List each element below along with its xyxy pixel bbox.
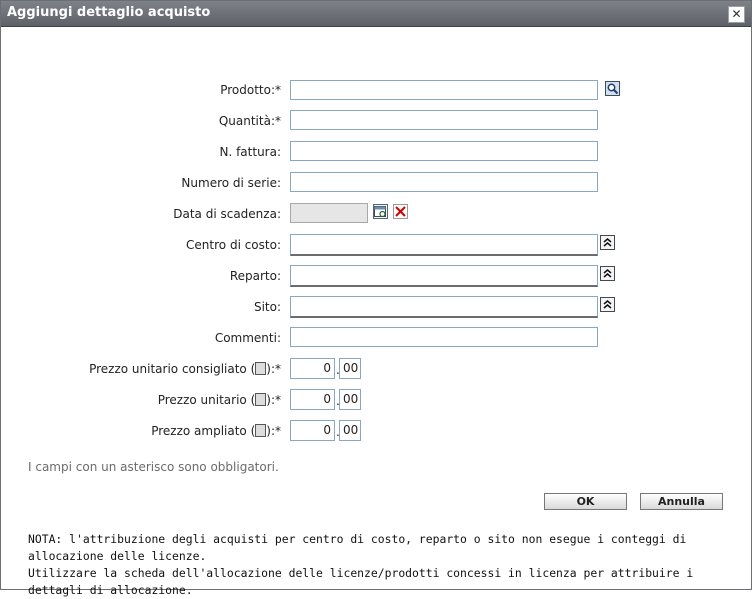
expiration-date-label: Data di scadenza:	[173, 207, 281, 221]
search-icon[interactable]	[605, 81, 620, 96]
title-bar: Aggiungi dettaglio acquisto ✕	[1, 1, 751, 27]
expand-up-icon[interactable]	[600, 235, 615, 250]
close-icon[interactable]: ✕	[728, 6, 745, 23]
ok-button[interactable]: OK	[544, 493, 627, 510]
currency-icon	[255, 393, 267, 406]
expiration-date-input[interactable]	[290, 203, 368, 223]
required-fields-note: I campi con un asterisco sono obbligator…	[28, 460, 279, 474]
department-label: Reparto:	[229, 269, 281, 283]
clear-date-icon[interactable]	[393, 204, 408, 219]
expand-up-icon[interactable]	[600, 297, 615, 312]
serial-number-label: Numero di serie:	[181, 176, 281, 190]
quantity-input[interactable]	[290, 110, 598, 130]
dialog-title: Aggiungi dettaglio acquisto	[7, 5, 211, 20]
extended-price-label: Prezzo ampliato ():*	[151, 424, 281, 438]
currency-icon	[255, 424, 267, 437]
invoice-number-input[interactable]	[290, 141, 598, 161]
unit-price-integer-input[interactable]: 0	[290, 389, 335, 410]
department-input[interactable]	[290, 265, 598, 287]
cost-center-input[interactable]	[290, 234, 598, 256]
product-label: Prodotto:*	[220, 83, 281, 97]
currency-icon	[255, 362, 267, 375]
add-purchase-detail-dialog: Aggiungi dettaglio acquisto ✕ Prodotto:*…	[0, 0, 752, 597]
serial-number-input[interactable]	[290, 172, 598, 192]
allocation-note: NOTA: l'attribuzione degli acquisti per …	[28, 531, 738, 599]
cancel-button[interactable]: Annulla	[640, 493, 723, 510]
site-input[interactable]	[290, 296, 598, 318]
invoice-number-label: N. fattura:	[219, 145, 281, 159]
unit-price-decimal-input[interactable]: 00	[339, 389, 361, 410]
calendar-icon[interactable]	[373, 204, 388, 219]
allocation-note-line-2: Utilizzare la scheda dell'allocazione de…	[28, 566, 694, 597]
comments-input[interactable]	[290, 327, 598, 347]
comments-label: Commenti:	[214, 331, 281, 345]
site-label: Sito:	[253, 300, 281, 314]
quantity-label: Quantità:*	[218, 114, 281, 128]
extended-price-decimal-input[interactable]: 00	[339, 420, 361, 441]
product-input[interactable]	[290, 80, 598, 100]
expand-up-icon[interactable]	[600, 266, 615, 281]
suggested-price-decimal-input[interactable]: 00	[339, 358, 361, 379]
cost-center-label: Centro di costo:	[186, 238, 281, 252]
unit-price-label: Prezzo unitario ():*	[157, 393, 281, 407]
suggested-price-integer-input[interactable]: 0	[290, 358, 335, 379]
suggested-unit-price-label: Prezzo unitario consigliato ():*	[89, 362, 281, 376]
extended-price-integer-input[interactable]: 0	[290, 420, 335, 441]
allocation-note-line-1: NOTA: l'attribuzione degli acquisti per …	[28, 532, 687, 563]
